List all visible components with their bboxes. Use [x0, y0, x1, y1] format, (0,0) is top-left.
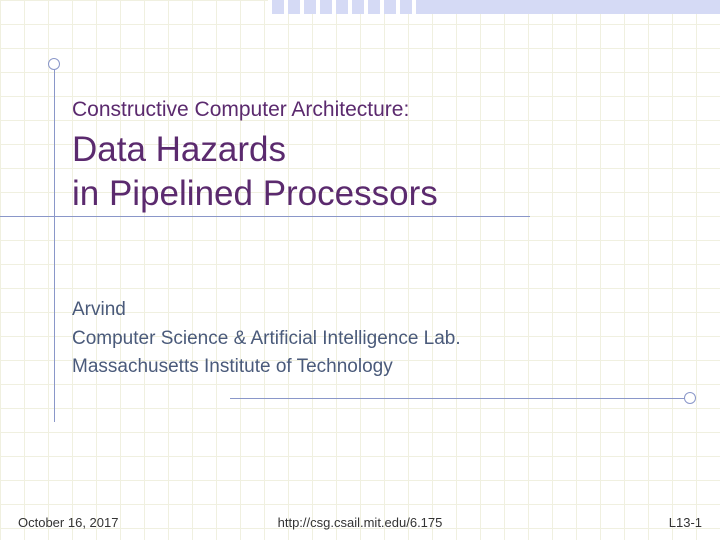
footer-slide-number: L13-1 — [669, 515, 702, 530]
author-affiliation-2: Massachusetts Institute of Technology — [72, 353, 680, 382]
slide-title-line2: in Pipelined Processors — [72, 172, 680, 216]
title-block: Constructive Computer Architecture: Data… — [72, 98, 680, 216]
footer: October 16, 2017 http://csg.csail.mit.ed… — [0, 515, 720, 530]
slide-title-line1: Data Hazards — [72, 128, 680, 172]
slide-supertitle: Constructive Computer Architecture: — [72, 98, 680, 122]
horizontal-rule-lower — [230, 398, 690, 399]
author-block: Arvind Computer Science & Artificial Int… — [72, 296, 680, 382]
vertical-rule-endpoint-icon — [48, 58, 60, 70]
author-name: Arvind — [72, 296, 680, 325]
horizontal-rule-endpoint-icon — [684, 392, 696, 404]
horizontal-rule-upper — [0, 216, 530, 217]
top-accent-notches — [268, 0, 428, 14]
vertical-rule — [54, 62, 55, 422]
footer-url: http://csg.csail.mit.edu/6.175 — [278, 515, 443, 530]
footer-date: October 16, 2017 — [18, 515, 118, 530]
author-affiliation-1: Computer Science & Artificial Intelligen… — [72, 325, 680, 354]
